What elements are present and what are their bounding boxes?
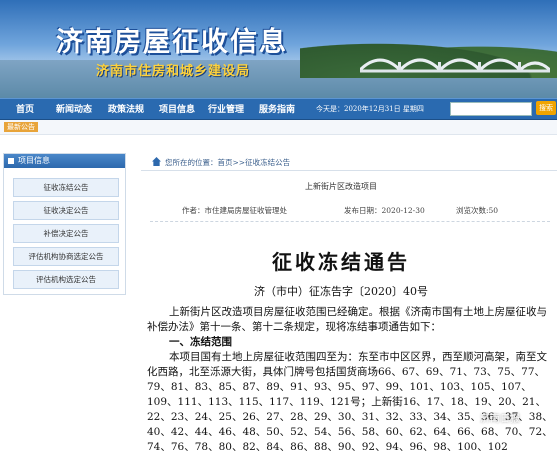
breadcrumb-text[interactable]: 您所在的位置：首页>>征收冻结公告 (165, 157, 290, 168)
square-icon (8, 158, 14, 164)
breadcrumb: 您所在的位置：首页>>征收冻结公告 (141, 154, 557, 171)
nav-item-industry[interactable]: 行业管理 (208, 102, 244, 115)
sidebar-heading-label: 项目信息 (18, 156, 50, 165)
article-paragraph: 上新街片区改造项目房屋征收范围已经确定。根据《济南市国有土地上房屋征收与补偿办法… (147, 306, 547, 333)
article-author: 作者：市住建局房屋征收管理处 (182, 206, 287, 215)
article-paragraph: 本项目国有土地上房屋征收范围四至为：东至市中区区界，西至顺河高架，南至文化西路，… (147, 351, 553, 453)
article-body: 上新街片区改造项目房屋征收范围已经确定。根据《济南市国有土地上房屋征收与补偿办法… (147, 305, 557, 455)
article-title: 征收冻结通告 (272, 250, 410, 274)
sidebar-heading: 项目信息 (4, 154, 125, 168)
site-subtitle: 济南市住房和城乡建设局 (96, 64, 251, 79)
sidebar-item-appraiser-negotiation[interactable]: 评估机构协商选定公告 (13, 247, 119, 266)
nav-item-service[interactable]: 服务指南 (259, 102, 295, 115)
section-heading: 一、冻结范围 (169, 336, 232, 348)
nav-item-news[interactable]: 新闻动态 (56, 102, 92, 115)
divider (150, 221, 550, 222)
sidebar-item-freeze-notice[interactable]: 征收冻结公告 (13, 178, 119, 197)
document-number: 济（市中）征冻告字〔2020〕40号 (254, 285, 428, 298)
sidebar-item-compensation-notice[interactable]: 补偿决定公告 (13, 224, 119, 243)
latest-notice-tag: 最新公告 (4, 122, 38, 132)
home-icon (152, 157, 161, 166)
article-date: 发布日期：2020-12-30 (344, 206, 425, 215)
sidebar-item-decision-notice[interactable]: 征收决定公告 (13, 201, 119, 220)
article-project-name: 上新街片区改造项目 (305, 182, 377, 191)
nav-item-home[interactable]: 首页 (16, 102, 34, 115)
site-title: 济南房屋征收信息 (56, 27, 288, 58)
current-date: 今天是：2020年12月31日 星期四 (316, 105, 424, 113)
sidebar: 项目信息 征收冻结公告 征收决定公告 补偿决定公告 评估机构协商选定公告 评估机… (3, 153, 126, 295)
site-banner: 济南房屋征收信息 济南市住房和城乡建设局 (0, 0, 557, 98)
nav-item-policy[interactable]: 政策法规 (108, 102, 144, 115)
watermark: 济南日报 (480, 414, 520, 425)
search-input[interactable] (450, 102, 532, 116)
notice-bar: 最新公告 (0, 120, 557, 135)
bridge-illustration (360, 58, 550, 73)
search-button[interactable]: 搜索 (536, 101, 556, 115)
main-nav: 首页 新闻动态 政策法规 项目信息 行业管理 服务指南 今天是：2020年12月… (0, 98, 557, 120)
article-views: 浏览次数:50 (456, 206, 499, 215)
sidebar-item-appraiser-selection[interactable]: 评估机构选定公告 (13, 270, 119, 289)
nav-item-projects[interactable]: 项目信息 (159, 102, 195, 115)
